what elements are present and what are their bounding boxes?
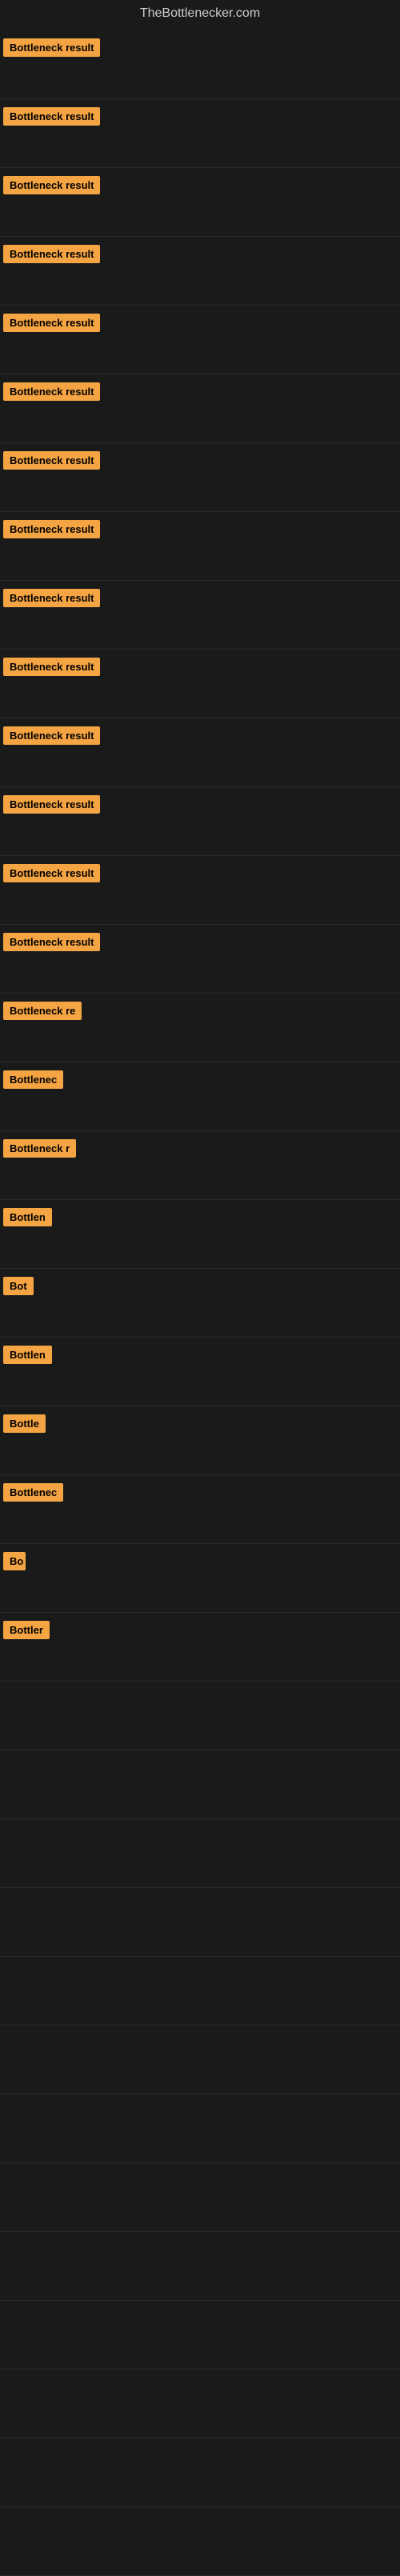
- list-item: Bottleneck result: [0, 787, 400, 856]
- list-item: Bottleneck result: [0, 718, 400, 787]
- bottleneck-result-badge[interactable]: Bottleneck result: [3, 864, 100, 882]
- list-item: Bottleneck r: [0, 1131, 400, 1200]
- site-title-container: TheBottlenecker.com: [0, 0, 400, 30]
- bottleneck-result-badge[interactable]: Bottler: [3, 1621, 50, 1639]
- empty-row: [0, 2094, 400, 2163]
- bottleneck-result-badge[interactable]: Bottleneck result: [3, 658, 100, 676]
- bottleneck-result-badge[interactable]: Bottleneck re: [3, 1002, 82, 1020]
- empty-row: [0, 1682, 400, 1750]
- list-item: Bottlenec: [0, 1475, 400, 1544]
- list-item: Bottleneck result: [0, 512, 400, 581]
- list-item: Bottleneck result: [0, 443, 400, 512]
- bottleneck-result-badge[interactable]: Bottleneck result: [3, 520, 100, 538]
- empty-row: [0, 2370, 400, 2438]
- bottleneck-result-badge[interactable]: Bottleneck result: [3, 795, 100, 814]
- list-item: Bot: [0, 1269, 400, 1338]
- list-item: Bottle: [0, 1406, 400, 1475]
- bottleneck-result-badge[interactable]: Bottlenec: [3, 1070, 63, 1089]
- bottleneck-result-badge[interactable]: Bottleneck result: [3, 726, 100, 745]
- bottleneck-result-badge[interactable]: Bottleneck r: [3, 1139, 76, 1158]
- empty-row: [0, 1888, 400, 1957]
- bottleneck-result-badge[interactable]: Bottleneck result: [3, 589, 100, 607]
- bottleneck-result-badge[interactable]: Bo: [3, 1552, 26, 1570]
- bottleneck-result-badge[interactable]: Bottlen: [3, 1346, 52, 1364]
- bottleneck-result-badge[interactable]: Bottleneck result: [3, 176, 100, 194]
- list-item: Bottleneck result: [0, 168, 400, 237]
- list-item: Bottlenec: [0, 1062, 400, 1131]
- bottleneck-result-badge[interactable]: Bottleneck result: [3, 245, 100, 263]
- site-title: TheBottlenecker.com: [0, 0, 400, 30]
- list-item: Bottlen: [0, 1338, 400, 1406]
- empty-row: [0, 1957, 400, 2026]
- bottleneck-result-badge[interactable]: Bottleneck result: [3, 933, 100, 951]
- empty-row: [0, 2026, 400, 2094]
- bottleneck-result-badge[interactable]: Bottlenec: [3, 1483, 63, 1502]
- list-item: Bottleneck re: [0, 994, 400, 1062]
- bottleneck-result-badge[interactable]: Bottle: [3, 1414, 46, 1433]
- list-item: Bottler: [0, 1613, 400, 1682]
- list-item: Bottleneck result: [0, 856, 400, 925]
- bottleneck-result-badge[interactable]: Bottleneck result: [3, 314, 100, 332]
- bottleneck-result-badge[interactable]: Bottlen: [3, 1208, 52, 1226]
- list-item: Bottleneck result: [0, 581, 400, 650]
- list-item: Bottleneck result: [0, 650, 400, 718]
- list-item: Bo: [0, 1544, 400, 1613]
- bottleneck-result-badge[interactable]: Bot: [3, 1277, 34, 1295]
- bottleneck-result-badge[interactable]: Bottleneck result: [3, 38, 100, 57]
- badges-container: Bottleneck result Bottleneck result Bottle…: [0, 30, 400, 2576]
- empty-row: [0, 2438, 400, 2507]
- bottleneck-result-badge[interactable]: Bottleneck result: [3, 451, 100, 470]
- empty-row: [0, 2507, 400, 2576]
- empty-row: [0, 2232, 400, 2301]
- empty-row: [0, 2163, 400, 2232]
- list-item: Bottleneck result: [0, 374, 400, 443]
- list-item: Bottleneck result: [0, 30, 400, 99]
- empty-row: [0, 2301, 400, 2370]
- empty-row: [0, 1819, 400, 1888]
- list-item: Bottleneck result: [0, 925, 400, 994]
- list-item: Bottleneck result: [0, 237, 400, 306]
- list-item: Bottleneck result: [0, 99, 400, 168]
- bottleneck-result-badge[interactable]: Bottleneck result: [3, 107, 100, 126]
- list-item: Bottleneck result: [0, 306, 400, 374]
- bottleneck-result-badge[interactable]: Bottleneck result: [3, 382, 100, 401]
- empty-row: [0, 1750, 400, 1819]
- list-item: Bottlen: [0, 1200, 400, 1269]
